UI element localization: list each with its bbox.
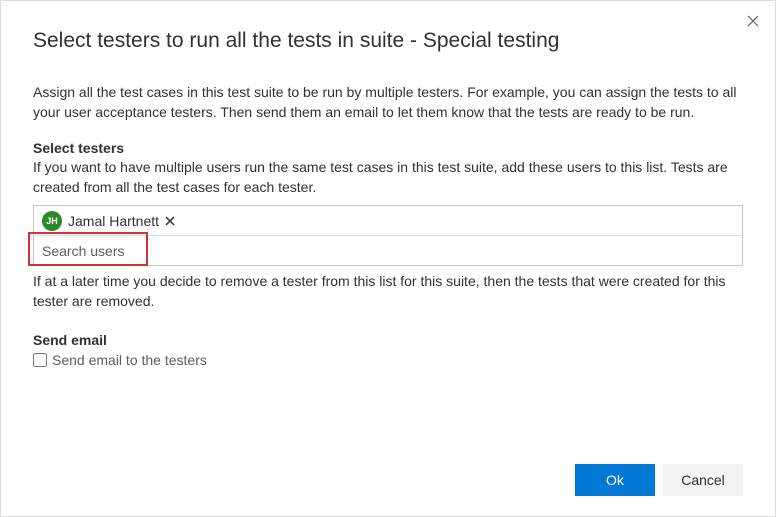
close-icon xyxy=(747,15,759,27)
user-picker: JH Jamal Hartnett xyxy=(33,205,743,266)
send-email-label: Send email xyxy=(33,332,743,348)
intro-text: Assign all the test cases in this test s… xyxy=(33,83,743,122)
ok-button[interactable]: Ok xyxy=(575,464,655,496)
avatar: JH xyxy=(42,211,62,231)
search-row xyxy=(34,236,742,266)
dialog-title: Select testers to run all the tests in s… xyxy=(33,29,743,53)
select-testers-description: If you want to have multiple users run t… xyxy=(33,158,743,197)
close-button[interactable] xyxy=(743,11,763,31)
send-email-section: Send email Send email to the testers xyxy=(33,332,743,368)
dialog-container: Select testers to run all the tests in s… xyxy=(1,1,775,516)
remove-user-button[interactable] xyxy=(165,216,175,226)
send-email-checkbox-row: Send email to the testers xyxy=(33,352,743,368)
send-email-checkbox-label[interactable]: Send email to the testers xyxy=(52,352,207,368)
cancel-button[interactable]: Cancel xyxy=(663,464,743,496)
search-users-input[interactable] xyxy=(42,243,734,259)
user-name-label: Jamal Hartnett xyxy=(68,213,159,229)
dialog-footer: Ok Cancel xyxy=(33,452,743,496)
remove-icon xyxy=(165,216,175,226)
selected-user-chip: JH Jamal Hartnett xyxy=(34,206,742,236)
select-testers-label: Select testers xyxy=(33,140,743,156)
select-testers-section: Select testers If you want to have multi… xyxy=(33,140,743,331)
select-testers-note: If at a later time you decide to remove … xyxy=(33,272,743,311)
send-email-checkbox[interactable] xyxy=(33,353,47,367)
